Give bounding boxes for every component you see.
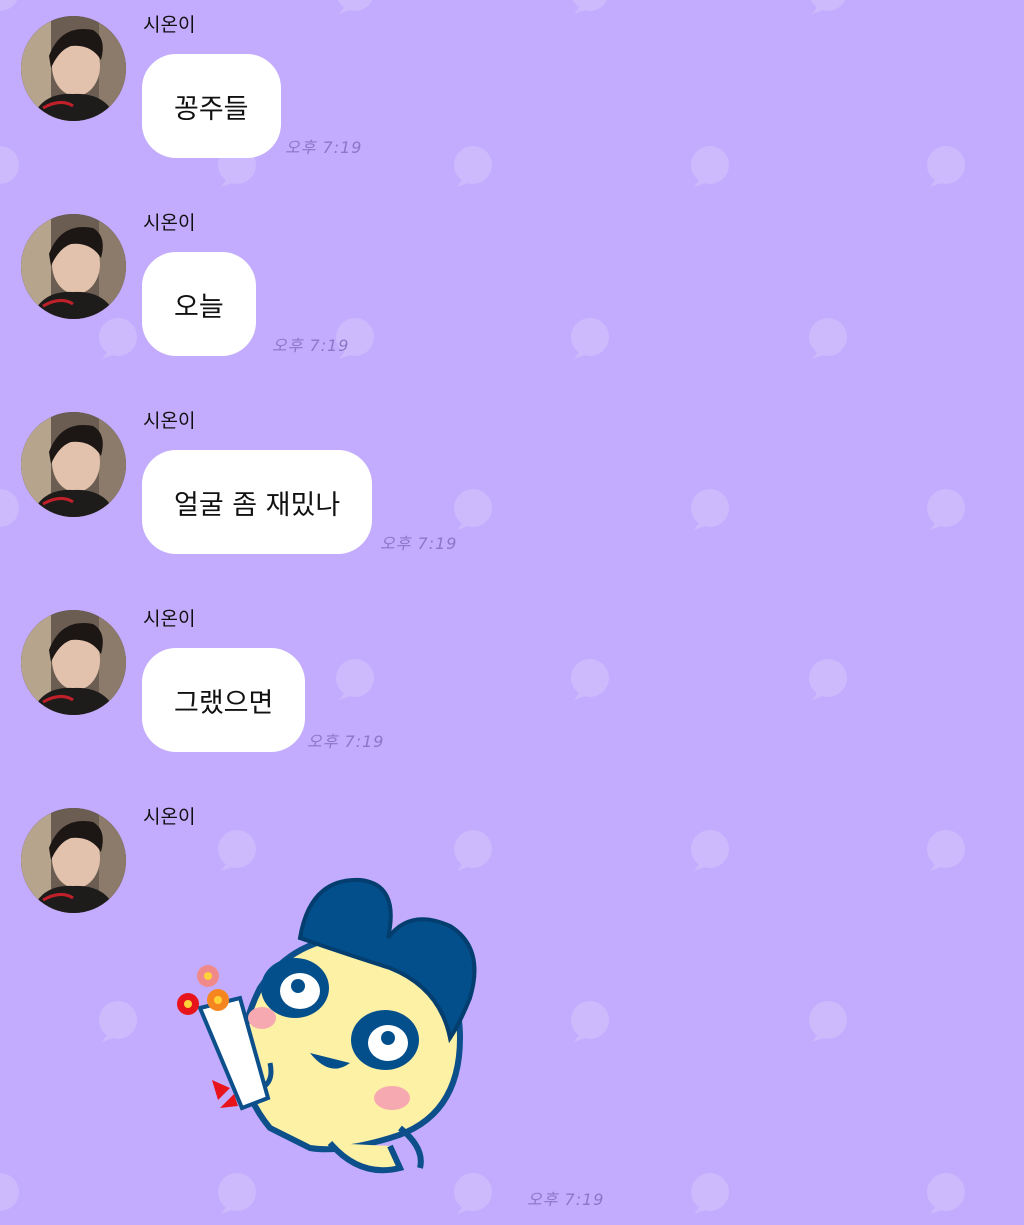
timestamp: 오후 7:19 (285, 138, 363, 157)
sender-name: 시온이 (143, 806, 196, 828)
avatar[interactable] (21, 214, 126, 319)
timestamp: 오후 7:19 (272, 336, 350, 355)
avatar[interactable] (21, 16, 126, 121)
sender-name: 시온이 (143, 608, 196, 630)
message-bubble[interactable]: 꽁주들 (142, 54, 281, 158)
message-bubble[interactable]: 얼굴 좀 재밌나 (142, 450, 373, 554)
avatar[interactable] (21, 610, 126, 715)
avatar[interactable] (21, 808, 126, 913)
sender-name: 시온이 (143, 410, 196, 432)
message-bubble[interactable]: 그랬으면 (142, 648, 306, 752)
message-bubble[interactable]: 오늘 (142, 252, 256, 356)
sender-name: 시온이 (143, 212, 196, 234)
timestamp: 오후 7:19 (380, 534, 458, 553)
timestamp: 오후 7:19 (527, 1190, 605, 1209)
sender-name: 시온이 (143, 14, 196, 36)
avatar[interactable] (21, 412, 126, 517)
timestamp: 오후 7:19 (307, 732, 385, 751)
sticker-image[interactable] (160, 868, 490, 1188)
